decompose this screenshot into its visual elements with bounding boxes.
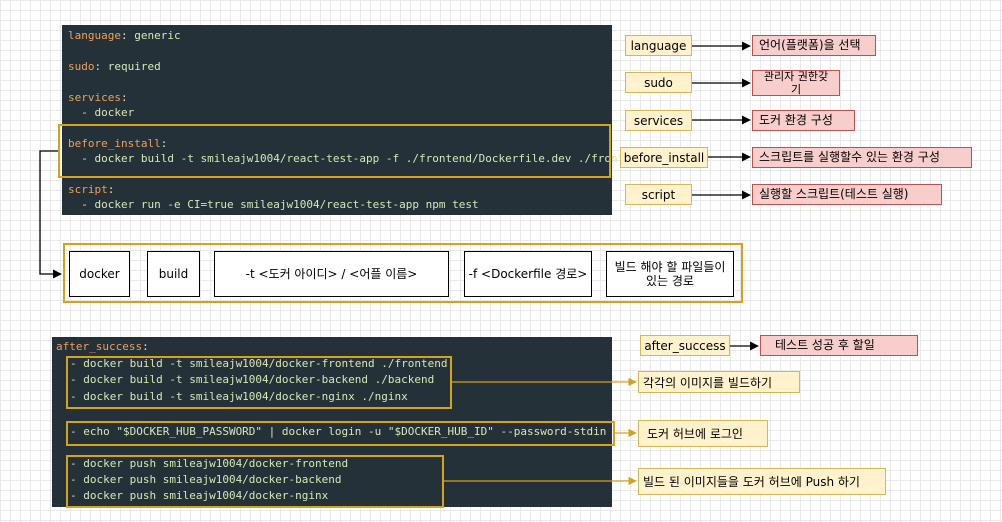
connector-arrows <box>39 41 759 486</box>
arrow-before-install-breakdown <box>39 150 62 279</box>
